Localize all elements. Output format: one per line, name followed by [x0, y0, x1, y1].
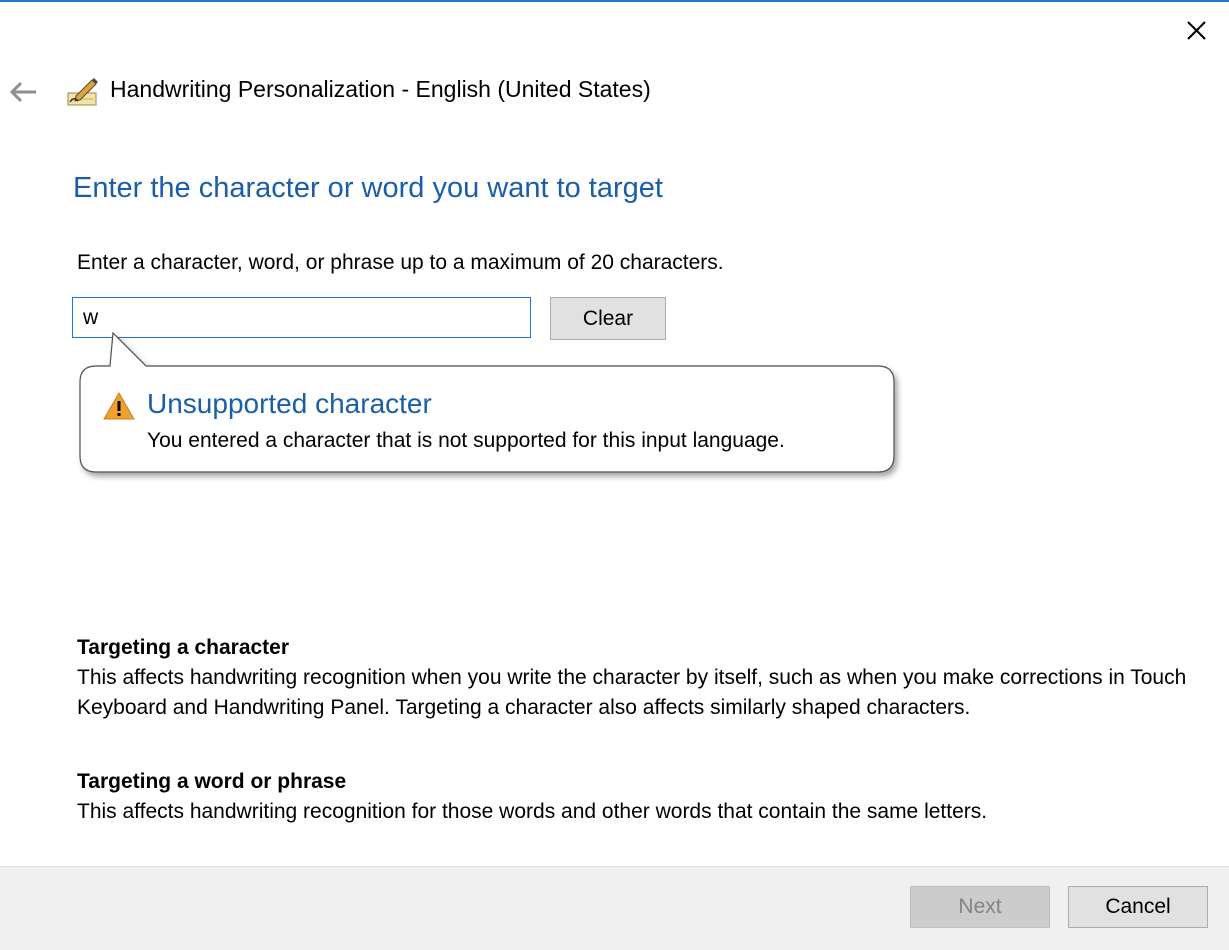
warning-icon: [103, 391, 135, 420]
help-heading: Targeting a word or phrase: [77, 770, 347, 793]
handwriting-pen-icon: [66, 74, 100, 108]
help-body: This affects handwriting recognition whe…: [77, 666, 1187, 719]
balloon-message: You entered a character that is not supp…: [147, 429, 785, 452]
help-body: This affects handwriting recognition for…: [77, 800, 988, 823]
balloon-title: Unsupported character: [147, 388, 432, 419]
window-top-border: [0, 0, 1229, 2]
cancel-button[interactable]: Cancel: [1068, 886, 1208, 928]
close-button[interactable]: [1172, 12, 1220, 50]
instruction-text: Enter a character, word, or phrase up to…: [77, 251, 724, 274]
help-heading: Targeting a character: [77, 636, 290, 659]
help-section-word: Targeting a word or phrase This affects …: [77, 767, 1197, 827]
back-button[interactable]: [6, 76, 42, 108]
clear-button[interactable]: Clear: [550, 297, 666, 340]
close-icon: [1187, 21, 1206, 40]
window-title: Handwriting Personalization - English (U…: [110, 76, 651, 102]
target-text-input[interactable]: [72, 297, 531, 338]
page-heading: Enter the character or word you want to …: [73, 172, 663, 204]
balloon-content: Unsupported character You entered a char…: [100, 385, 890, 465]
back-arrow-icon: [9, 81, 36, 103]
next-button[interactable]: Next: [910, 886, 1050, 928]
help-section-character: Targeting a character This affects handw…: [77, 633, 1197, 723]
